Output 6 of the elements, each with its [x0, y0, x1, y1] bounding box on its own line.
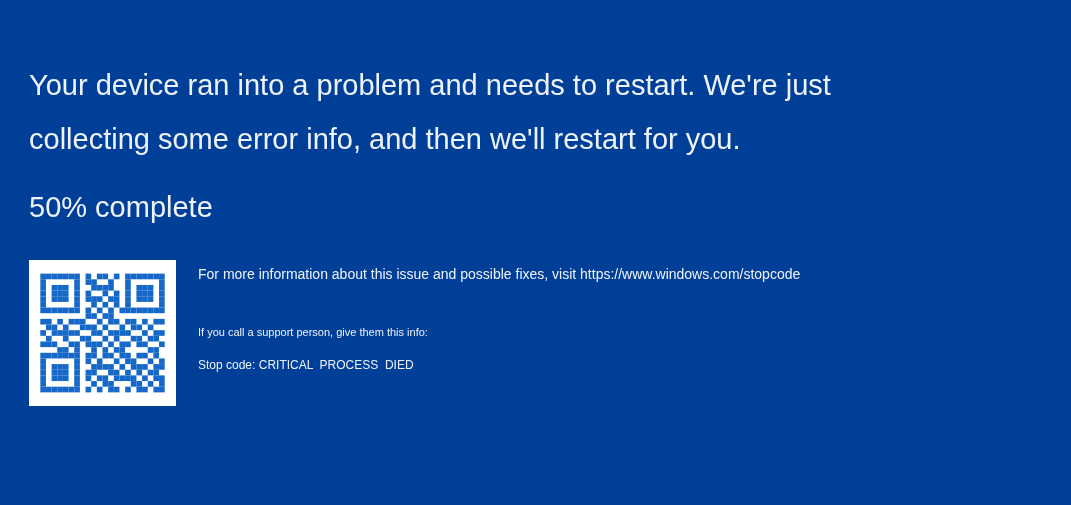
progress-text: 50% complete: [29, 190, 213, 225]
info-text: For more information about this issue and possible fixes, visit https://www.windows.com/stopcode: [198, 264, 801, 284]
support-text: If you call a support person, give them this info:: [198, 324, 428, 340]
error-message: Your device ran into a problem and needs to restart. We're just collecting some error info, and then we'll restart for you.: [29, 68, 831, 157]
qr-code-icon: [29, 259, 176, 406]
stop-code: Stop code: CRITICAL PROCESS DIED: [198, 357, 414, 374]
